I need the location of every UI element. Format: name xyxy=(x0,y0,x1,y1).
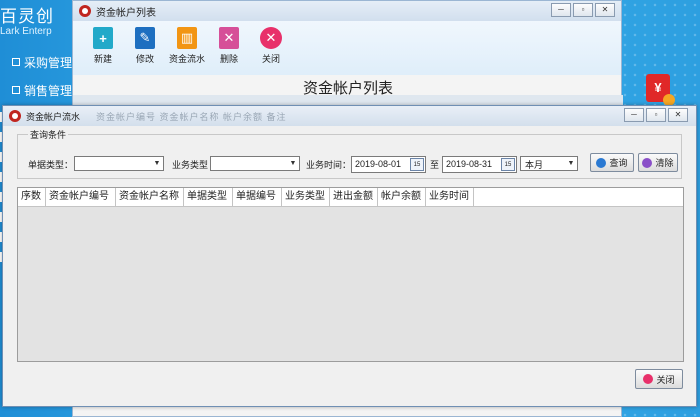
restore-button[interactable]: ▫ xyxy=(573,3,593,17)
calendar-icon[interactable]: 15 xyxy=(501,158,515,171)
date-from-value: 2019-08-01 xyxy=(355,159,402,169)
side-menu: 采购管理 销售管理 xyxy=(0,48,72,104)
column-header[interactable]: 资金帐户编号 xyxy=(46,188,116,206)
account-flow-window: 资金帐户流水 资金帐户编号 资金帐户名称 帐户余额 备注 ─ ▫ ✕ 查询条件 … xyxy=(2,105,697,407)
close-button[interactable]: ✕ 关闭 xyxy=(255,27,287,65)
close-flow-button[interactable]: 关闭 xyxy=(635,369,683,389)
date-to-value: 2019-08-31 xyxy=(446,159,493,169)
search-icon xyxy=(596,157,607,168)
edit-button[interactable]: ✎ 修改 xyxy=(129,27,161,65)
query-button[interactable]: 查询 xyxy=(590,153,634,172)
side-menu-item-sales[interactable]: 销售管理 xyxy=(0,76,72,104)
yuan-symbol: ¥ xyxy=(654,80,662,95)
period-value: 本月 xyxy=(525,160,544,170)
grid-header-row: 序数 资金帐户编号 资金帐户名称 单据类型 单据编号 业务类型 进出金额 帐户余… xyxy=(18,188,683,207)
minimize-button[interactable]: ─ xyxy=(551,3,571,17)
date-to-input[interactable]: 2019-08-31 15 xyxy=(442,156,517,173)
close-flow-button-label: 关闭 xyxy=(656,374,675,385)
red-envelope-icon[interactable]: ¥ xyxy=(646,74,675,106)
column-header[interactable]: 序数 xyxy=(18,188,46,206)
clear-button-label: 清除 xyxy=(655,158,674,168)
window-title: 资金帐户流水 xyxy=(26,111,81,122)
delete-button[interactable]: ✕ 删除 xyxy=(213,27,245,65)
ghost-column-headers: 资金帐户编号 资金帐户名称 帐户余额 备注 xyxy=(96,111,287,122)
clear-icon xyxy=(642,157,653,168)
toolbar-label: 修改 xyxy=(135,54,154,64)
column-header[interactable]: 业务类型 xyxy=(282,188,330,206)
fund-flow-button[interactable]: ▥ 资金流水 xyxy=(169,27,206,65)
query-conditions-group: 查询条件 单据类型： ▼ 业务类型 ▼ 业务时间： 2019-08-01 15 … xyxy=(17,128,682,179)
menu-icon xyxy=(12,58,20,66)
toolbar-label: 新建 xyxy=(93,54,112,64)
side-menu-item-purchase[interactable]: 采购管理 xyxy=(0,48,72,76)
query-conditions-legend: 查询条件 xyxy=(28,128,69,141)
date-to-label: 至 xyxy=(430,160,440,170)
column-header[interactable]: 资金帐户名称 xyxy=(116,188,184,206)
minimize-button[interactable]: ─ xyxy=(624,108,644,122)
account-list-titlebar[interactable]: 资金帐户列表 ─ ▫ ✕ xyxy=(73,1,621,21)
toolbar-label: 资金流水 xyxy=(169,54,206,64)
flow-data-grid[interactable]: 序数 资金帐户编号 资金帐户名称 单据类型 单据编号 业务类型 进出金额 帐户余… xyxy=(17,187,684,362)
app-icon xyxy=(9,110,21,122)
calendar-icon[interactable]: 15 xyxy=(410,158,424,171)
clear-button[interactable]: 清除 xyxy=(638,153,678,172)
dropdown-arrow-icon: ▼ xyxy=(289,160,297,167)
dropdown-arrow-icon: ▼ xyxy=(153,160,161,167)
biz-time-label: 业务时间： xyxy=(306,160,352,170)
window-controls: ─ ▫ ✕ xyxy=(624,108,688,122)
close-window-button[interactable]: ✕ xyxy=(668,108,688,122)
close-window-button[interactable]: ✕ xyxy=(595,3,615,17)
restore-button[interactable]: ▫ xyxy=(646,108,666,122)
window-title: 资金帐户列表 xyxy=(96,7,156,19)
app-logo-subtitle: Lark Enterp xyxy=(0,26,52,37)
menu-icon xyxy=(12,86,20,94)
date-from-input[interactable]: 2019-08-01 15 xyxy=(351,156,426,173)
column-header[interactable]: 业务时间 xyxy=(426,188,474,206)
column-header[interactable]: 单据类型 xyxy=(184,188,233,206)
close-icon: ✕ xyxy=(260,27,282,49)
toolbar: + 新建 ✎ 修改 ▥ 资金流水 ✕ 删除 ✕ 关闭 xyxy=(73,21,621,75)
close-icon xyxy=(643,374,654,384)
side-menu-item-label: 采购管理 xyxy=(23,55,72,70)
dropdown-arrow-icon: ▼ xyxy=(567,160,575,167)
edit-icon: ✎ xyxy=(135,27,155,49)
new-button[interactable]: + 新建 xyxy=(87,27,119,65)
toolbar-label: 删除 xyxy=(219,54,238,64)
doc-type-label: 单据类型： xyxy=(28,160,74,170)
period-select[interactable]: 本月 ▼ xyxy=(520,156,578,171)
biz-type-label: 业务类型 xyxy=(172,160,209,170)
toolbar-label: 关闭 xyxy=(261,54,280,64)
bank-icon: ▥ xyxy=(177,27,197,49)
new-icon: + xyxy=(93,27,113,49)
doc-type-select[interactable]: ▼ xyxy=(74,156,164,171)
query-button-label: 查询 xyxy=(609,158,628,168)
column-header[interactable]: 单据编号 xyxy=(233,188,282,206)
biz-type-select[interactable]: ▼ xyxy=(210,156,300,171)
column-header[interactable]: 进出金额 xyxy=(330,188,378,206)
app-icon xyxy=(79,5,91,17)
app-logo: 百灵创 xyxy=(0,7,54,26)
account-flow-titlebar[interactable]: 资金帐户流水 资金帐户编号 资金帐户名称 帐户余额 备注 ─ ▫ ✕ xyxy=(3,106,696,126)
delete-icon: ✕ xyxy=(219,27,239,49)
side-menu-item-label: 销售管理 xyxy=(23,83,72,98)
window-controls: ─ ▫ ✕ xyxy=(551,3,615,17)
column-header[interactable]: 帐户余额 xyxy=(378,188,426,206)
divider xyxy=(73,95,623,105)
